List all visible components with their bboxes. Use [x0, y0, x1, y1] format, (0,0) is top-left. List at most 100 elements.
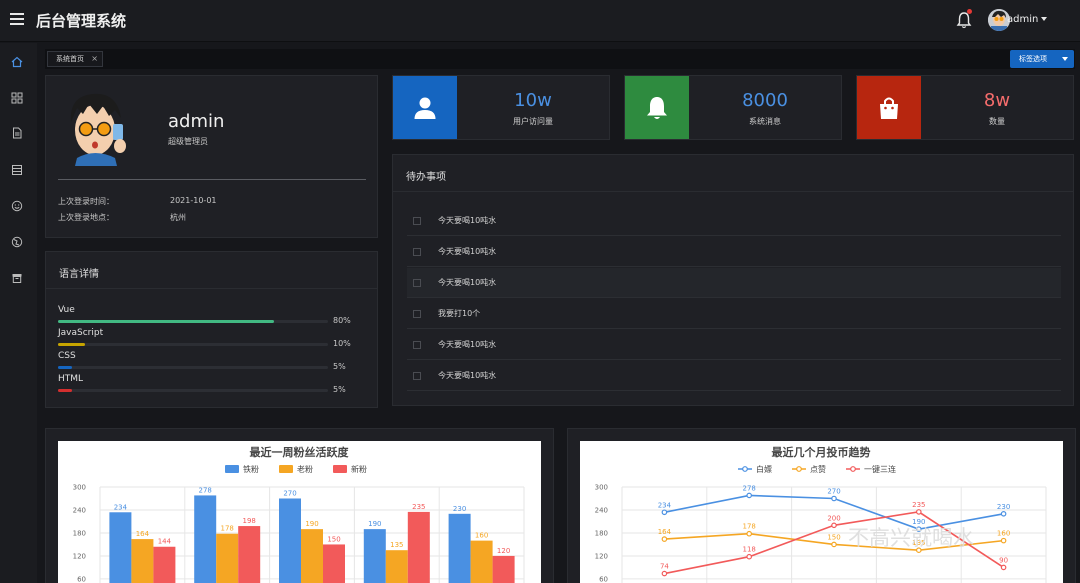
- data-point: [1000, 564, 1007, 571]
- todo-checkbox[interactable]: [413, 310, 421, 318]
- y-tick-label: 120: [595, 552, 608, 560]
- y-tick-label: 240: [73, 506, 86, 514]
- archive-icon[interactable]: [10, 271, 24, 285]
- y-tick-label: 60: [77, 575, 86, 583]
- table-icon[interactable]: [10, 163, 24, 177]
- todo-checkbox[interactable]: [413, 372, 421, 380]
- close-icon[interactable]: ×: [91, 52, 98, 66]
- data-label: 278: [199, 486, 212, 494]
- last-login-place-label: 上次登录地点：: [58, 213, 114, 222]
- todo-checkbox[interactable]: [413, 248, 421, 256]
- todo-text: 今天要喝10吨水: [438, 340, 497, 349]
- language-progress-fill: [58, 389, 72, 392]
- data-label: 120: [497, 547, 510, 555]
- todo-item[interactable]: 今天要喝10吨水: [407, 206, 1061, 236]
- data-label: 150: [327, 535, 340, 543]
- todo-item[interactable]: 今天要喝10吨水: [407, 330, 1061, 360]
- stat-value: 10w: [514, 90, 552, 111]
- grid-icon[interactable]: [10, 91, 24, 105]
- data-point: [746, 553, 753, 560]
- language-percent: 80%: [333, 316, 351, 325]
- coin-trend-chart: 最近几个月投币趋势 白嫖 点赞 一键三连 60 120 180 240 300 234 278 270…: [580, 441, 1063, 583]
- bar: [385, 550, 408, 583]
- profile-role: 超级管理员: [168, 137, 208, 146]
- stat-label: 数量: [989, 117, 1005, 126]
- user-profile-card: admin 超级管理员 上次登录时间： 2021-10-01 上次登录地点： 杭…: [45, 75, 378, 238]
- home-icon[interactable]: [10, 55, 24, 69]
- todo-item[interactable]: 今天要喝10吨水: [407, 237, 1061, 267]
- user-name[interactable]: admin: [1007, 14, 1038, 25]
- bar: [279, 498, 301, 583]
- data-point: [661, 509, 668, 516]
- tag-options-button[interactable]: 标签选项: [1010, 50, 1074, 68]
- divider: [58, 179, 366, 180]
- bar: [301, 529, 323, 583]
- data-label: 90: [999, 556, 1008, 564]
- fans-activity-chart: 最近一周粉丝活跃度 铁粉 老粉 新粉 60 120 180 240 300 234 278 270 19…: [58, 441, 541, 583]
- legend-label: 老粉: [297, 464, 313, 474]
- tab-home[interactable]: 系统首页 ×: [47, 51, 103, 67]
- shopping-bag-icon: [857, 76, 921, 139]
- data-label: 230: [453, 505, 466, 513]
- data-label: 270: [827, 487, 840, 495]
- todo-card: 待办事项 今天要喝10吨水 今天要喝10吨水 今天要喝10吨水 我要打10个 今天要喝1…: [392, 154, 1074, 406]
- data-point: [661, 570, 668, 577]
- last-login-time: 2021-10-01: [170, 196, 217, 205]
- todo-checkbox[interactable]: [413, 341, 421, 349]
- user-icon: [393, 76, 457, 139]
- todo-text: 今天要喝10吨水: [438, 216, 497, 225]
- data-label: 234: [658, 501, 672, 509]
- smile-icon[interactable]: [10, 199, 24, 213]
- data-label: 190: [368, 520, 381, 528]
- legend-label: 白嫖: [756, 464, 772, 474]
- last-login-time-label: 上次登录时间：: [58, 197, 114, 206]
- todo-item[interactable]: 今天要喝10吨水: [407, 361, 1061, 391]
- notification-badge: [967, 9, 972, 14]
- chevron-down-icon[interactable]: [1041, 17, 1047, 21]
- profile-name: admin: [168, 111, 225, 132]
- legend-label: 一键三连: [864, 464, 896, 474]
- watermark: 不高兴就喝水: [848, 526, 974, 550]
- legend-label: 新粉: [351, 464, 367, 474]
- legend-swatch: [279, 465, 293, 473]
- y-tick-label: 180: [595, 529, 608, 537]
- data-label: 160: [997, 530, 1010, 538]
- data-label: 235: [912, 501, 925, 509]
- language-details-card: 语言详情 Vue 80% JavaScript 10% CSS 5% HTML 5%: [45, 251, 378, 408]
- document-icon[interactable]: [10, 126, 24, 140]
- data-label: 150: [827, 533, 840, 541]
- bar: [470, 540, 493, 583]
- language-name: JavaScript: [58, 328, 104, 338]
- data-point: [831, 495, 837, 502]
- coins-chart-card: 最近几个月投币趋势 白嫖 点赞 一键三连 60 120 180 240 300 234 278 270…: [567, 428, 1076, 583]
- y-tick-label: 300: [73, 484, 86, 492]
- data-label: 160: [475, 532, 488, 540]
- globe-icon[interactable]: [10, 235, 24, 249]
- data-point: [915, 509, 922, 515]
- language-percent: 5%: [333, 385, 346, 394]
- data-label: 164: [136, 530, 150, 538]
- legend-marker: [850, 466, 856, 472]
- menu-toggle-icon[interactable]: [10, 13, 24, 27]
- stat-card-visits: 10w 用户访问量: [392, 75, 610, 140]
- language-percent: 10%: [333, 339, 351, 348]
- language-name: HTML: [58, 374, 84, 384]
- todo-checkbox[interactable]: [413, 217, 421, 225]
- data-label: 198: [243, 517, 256, 525]
- todo-checkbox[interactable]: [413, 279, 421, 287]
- y-tick-label: 60: [599, 575, 608, 583]
- tab-label: 系统首页: [56, 55, 84, 63]
- bar: [407, 511, 430, 583]
- language-percent: 5%: [333, 362, 346, 371]
- todo-text: 今天要喝10吨水: [438, 278, 497, 287]
- tag-options-label: 标签选项: [1019, 55, 1047, 63]
- bar: [492, 555, 515, 583]
- data-point: [746, 492, 753, 499]
- todo-item[interactable]: 今天要喝10吨水: [407, 268, 1061, 298]
- stat-label: 系统消息: [749, 117, 781, 126]
- bell-icon: [625, 76, 689, 139]
- todo-item[interactable]: 我要打10个: [407, 299, 1061, 329]
- tags-bar: 系统首页 ×: [45, 49, 1075, 69]
- language-progress-bar: [58, 343, 328, 346]
- fans-chart-card: 最近一周粉丝活跃度 铁粉 老粉 新粉 60 120 180 240 300 234 278 270 19…: [45, 428, 554, 583]
